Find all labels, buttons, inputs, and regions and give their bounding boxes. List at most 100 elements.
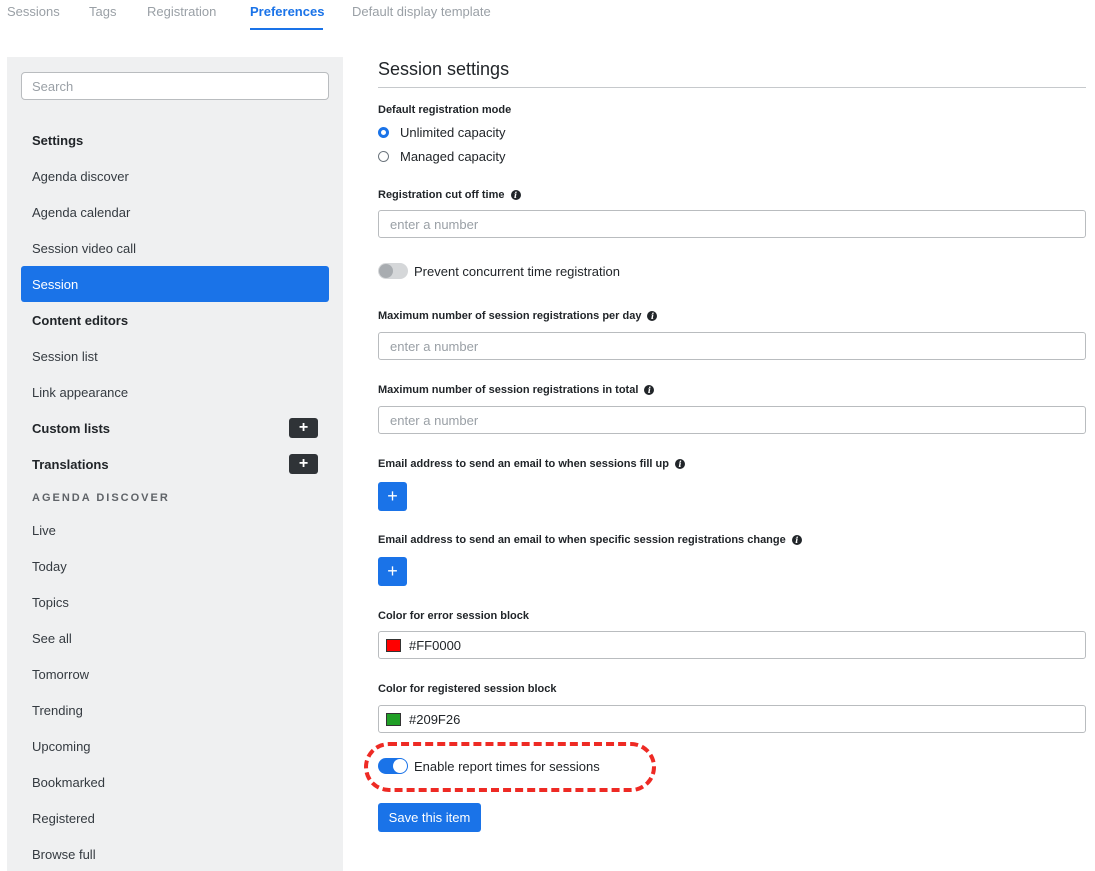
toggle-label: Enable report times for sessions [414,758,600,774]
radio-unlimited-capacity[interactable]: Unlimited capacity [378,125,506,140]
registered-color-swatch[interactable] [386,712,401,726]
label-text: Color for registered session block [378,683,557,695]
radio-label: Unlimited capacity [400,125,506,140]
label-text: Maximum number of session registrations … [378,310,642,322]
active-tab-indicator [250,28,323,30]
email-change-label: Email address to send an email to when s… [378,534,802,546]
sidebar-item-label: Upcoming [32,738,91,754]
sidebar-item-session-video-call[interactable]: Session video call [21,230,329,266]
label-text: Maximum number of session registrations … [378,384,639,396]
plus-icon: + [298,419,309,436]
sidebar-item-label: Today [32,558,67,574]
page-title: Session settings [378,59,510,79]
label-text: Color for error session block [378,610,529,622]
sidebar-item-today[interactable]: Today [21,548,329,584]
sidebar-item-bookmarked[interactable]: Bookmarked [21,764,329,800]
info-icon[interactable]: i [647,311,658,321]
email-fill-up-label: Email address to send an email to when s… [378,458,685,470]
sidebar-item-label: Agenda discover [32,168,129,184]
sidebar-item-label: Topics [32,594,69,610]
sidebar-item-label: Session [32,276,79,292]
add-email-fill-up-button[interactable]: + [378,482,407,511]
tab-registration[interactable]: Registration [147,4,216,19]
sidebar-item-topics[interactable]: Topics [21,584,329,620]
toggle-on-icon [378,758,408,774]
color-value: #FF0000 [409,637,462,653]
sidebar-item-agenda-discover[interactable]: Agenda discover [21,158,329,194]
sidebar-heading-content-editors: Content editors [21,302,329,338]
info-icon[interactable]: i [644,385,655,395]
label-text: Registration cut off time [378,189,505,201]
sidebar-item-session-list[interactable]: Session list [21,338,329,374]
label-text: Default registration mode [378,104,512,116]
add-custom-list-button[interactable]: + [289,418,318,438]
radio-checked-icon [378,127,389,138]
add-email-change-button[interactable]: + [378,557,407,586]
sidebar-item-browse-full[interactable]: Browse full [21,836,329,871]
label-text: Email address to send an email to when s… [378,534,786,546]
max-per-day-label: Maximum number of session registrations … [378,310,658,322]
sidebar-item-label: Registered [32,810,95,826]
sidebar: Settings Agenda discover Agenda calendar… [7,57,343,871]
sidebar-item-see-all[interactable]: See all [21,620,329,656]
sidebar-item-label: Link appearance [32,384,129,400]
sidebar-item-label: Custom lists [32,420,111,436]
info-icon[interactable]: i [674,459,685,469]
sidebar-item-label: Agenda calendar [32,204,131,220]
cutoff-input[interactable] [378,210,1086,238]
sidebar-item-label: Session list [32,348,98,364]
sidebar-item-label: Tomorrow [32,666,90,682]
sidebar-item-registered[interactable]: Registered [21,800,329,836]
registered-color-label: Color for registered session block [378,683,557,695]
registered-color-field[interactable]: #209F26 [378,705,1086,733]
info-icon[interactable]: i [510,190,521,200]
cutoff-label: Registration cut off time i [378,189,521,201]
sidebar-item-label: Live [32,522,56,538]
sidebar-heading-custom-lists: Custom lists + [21,410,329,446]
info-icon[interactable]: i [791,535,802,545]
sidebar-item-tomorrow[interactable]: Tomorrow [21,656,329,692]
add-translation-button[interactable]: + [289,454,318,474]
error-color-field[interactable]: #FF0000 [378,631,1086,659]
tab-default-display-template[interactable]: Default display template [352,4,491,19]
max-total-input[interactable] [378,406,1086,434]
sidebar-item-label: Settings [32,132,84,148]
color-value: #209F26 [409,711,461,727]
toggle-off-icon [378,263,408,279]
sidebar-item-link-appearance[interactable]: Link appearance [21,374,329,410]
radio-label: Managed capacity [400,149,506,164]
search-input[interactable] [21,72,329,100]
tab-tags[interactable]: Tags [89,4,116,19]
report-times-toggle[interactable]: Enable report times for sessions [378,758,600,774]
sidebar-item-live[interactable]: Live [21,512,329,548]
tab-preferences[interactable]: Preferences [250,4,324,19]
sidebar-item-session[interactable]: Session [21,266,329,302]
label-text: Email address to send an email to when s… [378,458,669,470]
toggle-label: Prevent concurrent time registration [414,263,620,279]
plus-icon: + [387,486,398,506]
error-color-swatch[interactable] [386,638,401,652]
sidebar-heading-settings: Settings [21,122,329,158]
sidebar-item-label: Session video call [32,240,137,256]
prevent-concurrent-toggle[interactable]: Prevent concurrent time registration [378,263,620,279]
radio-managed-capacity[interactable]: Managed capacity [378,149,506,164]
sidebar-item-upcoming[interactable]: Upcoming [21,728,329,764]
sidebar-item-label: Translations [32,456,109,472]
max-per-day-input[interactable] [378,332,1086,360]
sidebar-item-label: Trending [32,702,83,718]
sidebar-item-agenda-calendar[interactable]: Agenda calendar [21,194,329,230]
sidebar-item-trending[interactable]: Trending [21,692,329,728]
save-button[interactable]: Save this item [378,803,481,832]
plus-icon: + [298,455,309,472]
title-divider [378,87,1086,88]
registration-mode-label: Default registration mode [378,104,511,116]
radio-unchecked-icon [378,151,389,162]
tab-sessions[interactable]: Sessions [7,4,60,19]
sidebar-caption-agenda-discover: AGENDA DISCOVER [32,492,170,504]
error-color-label: Color for error session block [378,610,529,622]
max-total-label: Maximum number of session registrations … [378,384,655,396]
sidebar-item-label: Browse full [32,846,96,862]
sidebar-item-label: See all [32,630,72,646]
plus-icon: + [387,561,398,581]
top-tabs: Sessions Tags Registration Preferences D… [0,0,1095,30]
